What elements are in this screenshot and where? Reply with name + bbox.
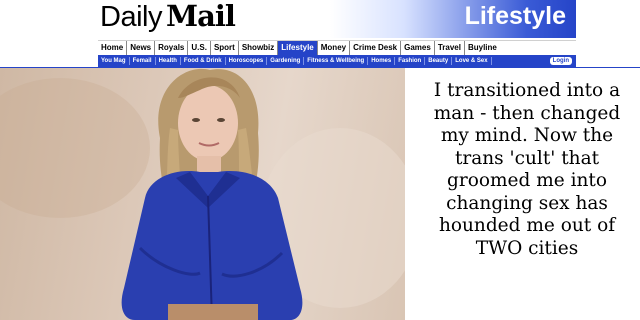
nav-item-travel[interactable]: Travel: [435, 41, 465, 55]
logo-mail-text: Mail: [165, 0, 236, 33]
subnav-fashion[interactable]: Fashion: [395, 57, 426, 65]
nav-item-home[interactable]: Home: [98, 41, 128, 55]
nav-item-buyline[interactable]: Buyline: [465, 41, 500, 55]
daily-mail-logo[interactable]: Daily Mail: [100, 0, 236, 33]
nav-item-showbiz[interactable]: Showbiz: [239, 41, 279, 55]
portrait-illustration: [0, 68, 405, 320]
subnav-beauty[interactable]: Beauty: [425, 57, 453, 65]
nav-item-games[interactable]: Games: [401, 41, 435, 55]
secondary-nav: You Mag Femail Health Food & Drink Horos…: [98, 55, 576, 67]
subnav-love-sex[interactable]: Love & Sex: [452, 57, 492, 65]
subnav-femail[interactable]: Femail: [130, 57, 156, 65]
subnav-homes[interactable]: Homes: [368, 57, 396, 65]
nav-item-us[interactable]: U.S.: [188, 41, 211, 55]
channel-banner[interactable]: Lifestyle: [330, 0, 576, 38]
nav-item-news[interactable]: News: [127, 41, 156, 55]
subnav-food-drink[interactable]: Food & Drink: [181, 57, 226, 65]
channel-title: Lifestyle: [464, 2, 566, 30]
subnav-health[interactable]: Health: [156, 57, 181, 65]
nav-item-lifestyle[interactable]: Lifestyle: [278, 41, 318, 55]
primary-nav: Home News Royals U.S. Sport Showbiz Life…: [98, 40, 576, 56]
article-headline[interactable]: I transitioned into a man - then changed…: [418, 80, 636, 260]
masthead: Daily Mail Lifestyle: [0, 0, 640, 38]
nav-item-money[interactable]: Money: [318, 41, 351, 55]
subnav-fitness-wellbeing[interactable]: Fitness & Wellbeing: [304, 57, 369, 65]
logo-daily-text: Daily: [100, 1, 162, 33]
nav-item-crime-desk[interactable]: Crime Desk: [350, 41, 402, 55]
nav-item-royals[interactable]: Royals: [155, 41, 189, 55]
login-button[interactable]: Login: [549, 57, 572, 65]
nav-item-sport[interactable]: Sport: [211, 41, 239, 55]
subnav-you-mag[interactable]: You Mag: [98, 57, 130, 65]
article-hero-photo[interactable]: [0, 68, 405, 320]
subnav-gardening[interactable]: Gardening: [267, 57, 305, 65]
subnav-horoscopes[interactable]: Horoscopes: [226, 57, 268, 65]
